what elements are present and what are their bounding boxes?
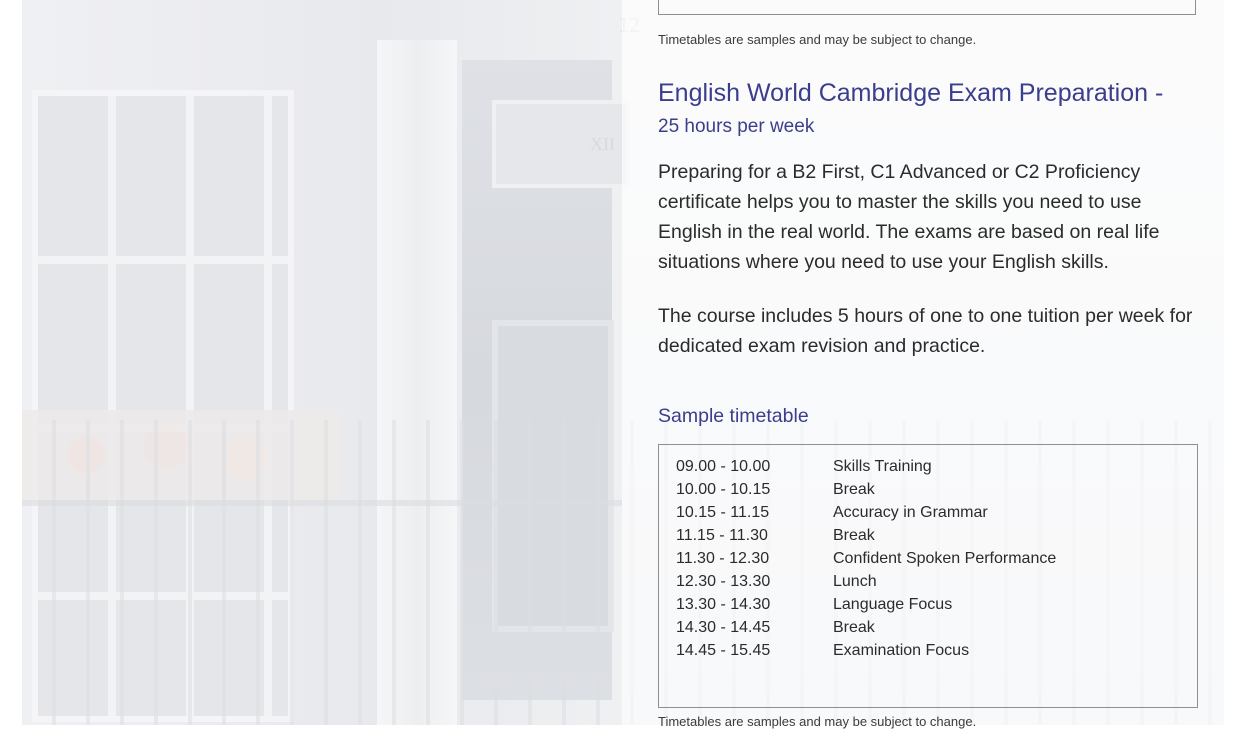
course-subtitle: 25 hours per week [658,116,815,137]
timetable-time: 10.00 - 10.15 [676,481,771,498]
timetable-disclaimer-top: Timetables are samples and may be subjec… [658,32,977,47]
timetable-activity: Break [833,481,875,498]
course-tuition-note: The course includes 5 hours of one to on… [658,305,1193,357]
timetable-activity: Skills Training [833,458,932,475]
timetable-time: 11.15 - 11.30 [676,527,768,544]
timetable-time: 12.30 - 13.30 [676,573,771,590]
course-title: English World Cambridge Exam Preparation… [658,79,1164,107]
timetable-row: 14.45 - 15.45 Examination Focus [676,639,1176,662]
timetable-row: 11.30 - 12.30 Confident Spoken Performan… [676,547,1176,570]
course-description: Preparing for a B2 First, C1 Advanced or… [658,161,1160,273]
background-door-numeral: XII [590,134,615,154]
timetable-row: 09.00 - 10.00 Skills Training [676,455,1176,478]
timetable-activity: Lunch [833,573,877,590]
timetable-heading: Sample timetable [658,405,809,427]
previous-timetable-box [658,0,1196,15]
timetable-disclaimer-bottom: Timetables are samples and may be subjec… [658,714,977,729]
timetable-row: 11.15 - 11.30 Break [676,524,1176,547]
timetable-time: 14.45 - 15.45 [676,642,771,659]
timetable-time: 10.15 - 11.15 [676,504,770,521]
background-railing-bar [22,500,622,506]
timetable-table: 09.00 - 10.00 Skills Training 10.00 - 10… [658,444,1198,708]
timetable-activity: Language Focus [833,596,953,613]
timetable-activity: Confident Spoken Performance [833,550,1057,567]
timetable-row: 14.30 - 14.45 Break [676,616,1176,639]
timetable-row: 10.15 - 11.15 Accuracy in Grammar [676,501,1176,524]
timetable-time: 14.30 - 14.45 [676,619,771,636]
timetable-row: 12.30 - 13.30 Lunch [676,570,1176,593]
timetable-activity: Examination Focus [833,642,970,659]
timetable-time: 13.30 - 14.30 [676,596,771,613]
timetable-row: 13.30 - 14.30 Language Focus [676,593,1176,616]
timetable-activity: Accuracy in Grammar [833,504,988,521]
timetable-time: 11.30 - 12.30 [676,550,770,567]
timetable-activity: Break [833,619,875,636]
timetable-row: 10.00 - 10.15 Break [676,478,1176,501]
timetable-time: 09.00 - 10.00 [676,458,771,475]
timetable-activity: Break [833,527,875,544]
